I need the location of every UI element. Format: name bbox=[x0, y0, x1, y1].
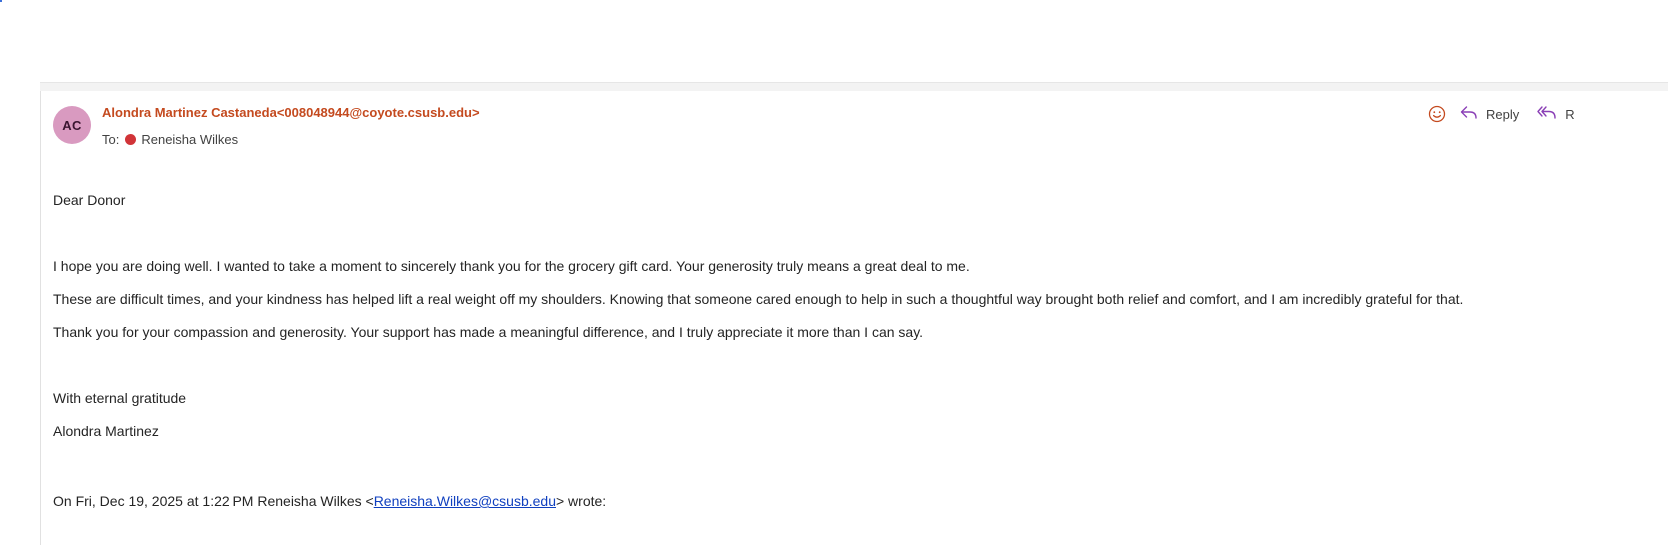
reply-button[interactable]: Reply bbox=[1460, 105, 1519, 124]
reply-all-label: R bbox=[1565, 106, 1575, 122]
recipient-name[interactable]: Reneisha Wilkes bbox=[141, 132, 238, 147]
message-card: AC Alondra Martinez Castaneda<008048944@… bbox=[40, 91, 1668, 545]
quote-suffix: > wrote: bbox=[555, 493, 607, 509]
body-paragraph-3: Thank you for your compassion and genero… bbox=[53, 324, 924, 340]
body-paragraph-2: These are difficult times, and your kind… bbox=[53, 291, 1464, 307]
avatar-initials: AC bbox=[62, 117, 82, 133]
reply-label: Reply bbox=[1486, 106, 1520, 122]
to-label: To: bbox=[102, 132, 120, 147]
quote-email-link[interactable]: Reneisha.Wilkes@csusb.edu bbox=[374, 493, 556, 509]
message-actions: Reply R bbox=[1426, 103, 1593, 125]
quote-header: On Fri, Dec 19, 2025 at 1:22 PM Reneisha… bbox=[53, 493, 606, 509]
reply-all-arrow-icon bbox=[1537, 105, 1565, 124]
recipients-line: To: Reneisha Wilkes bbox=[102, 132, 238, 147]
avatar[interactable]: AC bbox=[53, 106, 91, 144]
closing: With eternal gratitude bbox=[53, 390, 187, 406]
body-paragraph-1: I hope you are doing well. I wanted to t… bbox=[53, 258, 970, 274]
quote-prefix: On Fri, Dec 19, 2025 at 1:22 PM Reneisha… bbox=[53, 493, 374, 509]
signature: Alondra Martinez bbox=[53, 423, 159, 439]
presence-busy-icon bbox=[125, 134, 137, 145]
greeting: Dear Donor bbox=[53, 192, 126, 208]
sender-name[interactable]: Alondra Martinez Castaneda<008048944@coy… bbox=[102, 105, 480, 120]
smiley-icon[interactable] bbox=[1426, 103, 1448, 125]
corner-marker bbox=[0, 0, 2, 2]
reply-arrow-icon bbox=[1460, 105, 1486, 124]
reply-all-button[interactable]: R bbox=[1537, 105, 1575, 124]
